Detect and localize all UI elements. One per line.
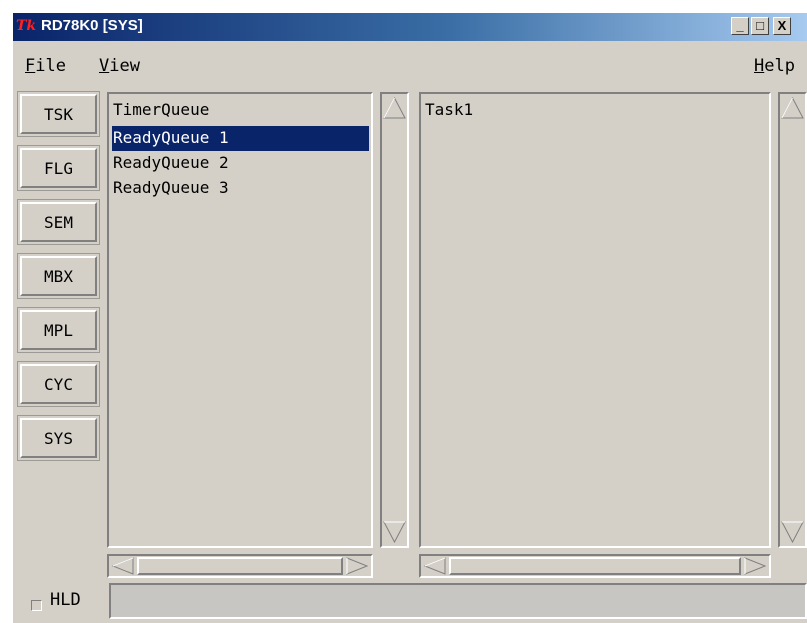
sem-button[interactable]: SEM	[20, 202, 97, 242]
hld-label: HLD	[50, 590, 81, 610]
scroll-down-arrow-icon[interactable]	[383, 520, 406, 544]
list-item[interactable]: Task1	[424, 98, 765, 123]
status-bar	[109, 583, 807, 619]
sys-button[interactable]: SYS	[20, 418, 97, 458]
menu-file[interactable]: File	[25, 56, 66, 76]
minimize-button[interactable]: _	[731, 17, 749, 35]
list-item[interactable]: ReadyQueue 2	[112, 151, 369, 176]
queue-listbox[interactable]: TimerQueue ReadyQueue 1 ReadyQueue 2 Rea…	[107, 92, 373, 548]
queue-vertical-scrollbar[interactable]	[380, 92, 409, 548]
scroll-left-arrow-icon[interactable]	[423, 557, 447, 575]
queue-horizontal-scrollbar[interactable]	[107, 554, 373, 578]
mbx-button-frame: MBX	[17, 253, 100, 299]
cyc-button[interactable]: CYC	[20, 364, 97, 404]
menu-view[interactable]: View	[99, 56, 140, 76]
mpl-button-frame: MPL	[17, 307, 100, 353]
menu-view-label: View	[99, 56, 140, 76]
close-button[interactable]: X	[773, 17, 791, 35]
tsk-button-frame: TSK	[17, 91, 100, 137]
queue-hscroll-thumb[interactable]	[137, 557, 343, 575]
task-listbox[interactable]: Task1	[419, 92, 771, 548]
task-vertical-scrollbar[interactable]	[778, 92, 807, 548]
list-item[interactable]: ReadyQueue 3	[112, 176, 369, 201]
title-bar: Tk RD78K0 [SYS] _ □ X	[13, 13, 807, 41]
scroll-down-arrow-icon[interactable]	[781, 520, 804, 544]
flg-button[interactable]: FLG	[20, 148, 97, 188]
list-item[interactable]: TimerQueue	[112, 98, 369, 123]
scroll-right-arrow-icon[interactable]	[743, 557, 767, 575]
menu-help[interactable]: Help	[754, 56, 795, 76]
menu-help-label: Help	[754, 56, 795, 76]
maximize-button[interactable]: □	[751, 17, 769, 35]
tsk-button[interactable]: TSK	[20, 94, 97, 134]
task-hscroll-thumb[interactable]	[449, 557, 741, 575]
cyc-button-frame: CYC	[17, 361, 100, 407]
scroll-right-arrow-icon[interactable]	[345, 557, 369, 575]
tk-app-icon: Tk	[16, 18, 37, 34]
window-title: RD78K0 [SYS]	[41, 17, 143, 34]
scroll-up-arrow-icon[interactable]	[781, 96, 804, 120]
mpl-button[interactable]: MPL	[20, 310, 97, 350]
sem-button-frame: SEM	[17, 199, 100, 245]
main-window: Tk RD78K0 [SYS] _ □ X File View Help TSK…	[13, 13, 807, 623]
hld-checkbox[interactable]	[31, 600, 42, 611]
flg-button-frame: FLG	[17, 145, 100, 191]
scroll-up-arrow-icon[interactable]	[383, 96, 406, 120]
mbx-button[interactable]: MBX	[20, 256, 97, 296]
sys-button-frame: SYS	[17, 415, 100, 461]
list-item-selected[interactable]: ReadyQueue 1	[112, 126, 369, 151]
menu-file-label: File	[25, 56, 66, 76]
scroll-left-arrow-icon[interactable]	[111, 557, 135, 575]
task-horizontal-scrollbar[interactable]	[419, 554, 771, 578]
